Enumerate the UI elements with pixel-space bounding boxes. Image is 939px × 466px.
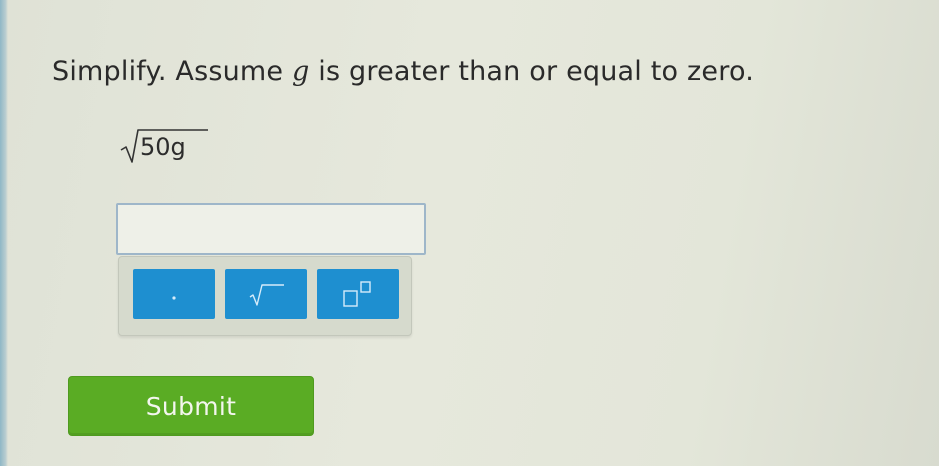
submit-button[interactable]: Submit bbox=[68, 376, 314, 436]
dot-key[interactable] bbox=[133, 269, 215, 319]
square-root-key[interactable] bbox=[225, 269, 307, 319]
radical-expression: 50g bbox=[118, 124, 218, 168]
prompt-variable: g bbox=[292, 56, 310, 87]
answer-input[interactable] bbox=[116, 203, 426, 255]
question-prompt: Simplify. Assume g is greater than or eq… bbox=[52, 56, 754, 87]
exponent-key[interactable] bbox=[317, 269, 399, 319]
radicand: 50g bbox=[140, 133, 186, 161]
square-root-icon bbox=[249, 284, 284, 306]
window-left-edge bbox=[0, 0, 8, 466]
math-keypad bbox=[118, 256, 412, 336]
exponent-icon bbox=[343, 281, 371, 307]
prompt-text-after: is greater than or equal to zero. bbox=[309, 56, 754, 87]
prompt-text-before: Simplify. Assume bbox=[52, 56, 293, 87]
dot-icon bbox=[172, 296, 176, 300]
